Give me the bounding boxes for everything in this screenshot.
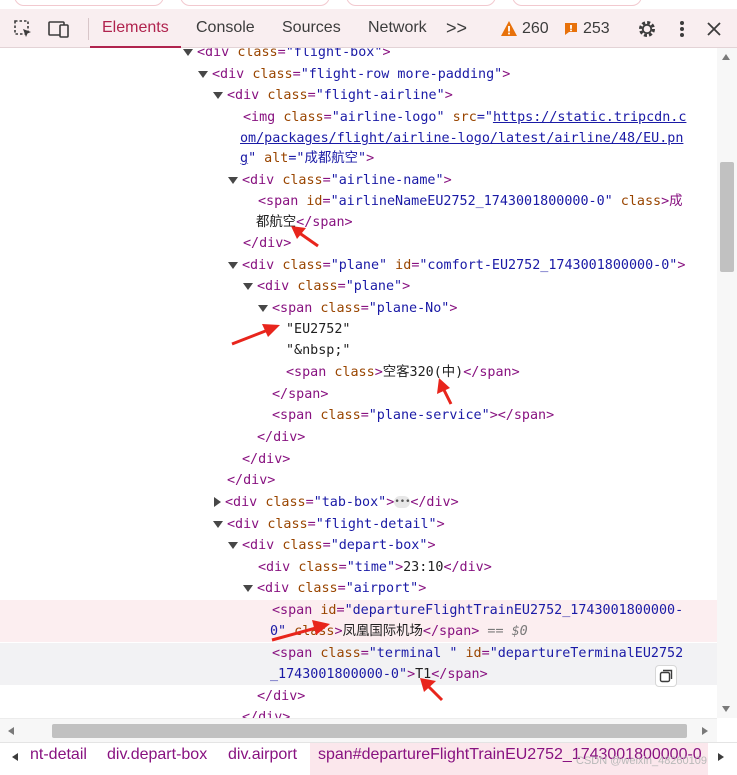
vertical-scroll-thumb[interactable] [720, 162, 734, 272]
dom-line[interactable]: </div> [0, 449, 717, 470]
dom-line[interactable]: g" alt="成都航空"> [0, 148, 717, 169]
img-src-link[interactable]: om/packages/flight/airline-logo/latest/a… [240, 131, 683, 146]
dom-line-selected[interactable]: <span id="departureFlightTrainEU2752_174… [0, 600, 717, 621]
dom-line[interactable]: 都航空</span> [0, 212, 717, 233]
dom-line[interactable]: </div> [0, 233, 717, 254]
more-vert-icon[interactable] [671, 18, 693, 40]
error-icon[interactable] [560, 18, 582, 40]
more-tabs-button[interactable]: >> [446, 9, 467, 47]
warning-icon[interactable] [498, 18, 520, 40]
dom-line-selected[interactable]: 0" class>凤凰国际机场</span> == $0 [0, 621, 717, 642]
warning-count: 260 [522, 20, 549, 37]
dom-line[interactable]: </div> [0, 686, 717, 707]
devtools-toolbar: Elements Console Sources Network >> 260 … [0, 9, 737, 48]
collapsed-ellipsis-button[interactable]: ••• [394, 496, 411, 508]
dom-line[interactable]: <div class="time">23:10</div> [0, 557, 717, 578]
browser-pills [0, 0, 737, 8]
horizontal-scrollbar[interactable] [0, 718, 717, 742]
tab-elements[interactable]: Elements [90, 9, 181, 48]
scroll-up-icon[interactable] [722, 54, 730, 60]
copy-icon[interactable] [655, 665, 677, 687]
device-toolbar-icon[interactable] [48, 18, 70, 40]
dom-line[interactable]: <div class="airline-name"> [0, 170, 717, 191]
dom-line[interactable]: _1743001800000-0">T1</span> [0, 664, 717, 685]
dom-line[interactable]: <div class="flight-detail"> [0, 514, 717, 535]
dom-line[interactable]: <div class="flight-airline"> [0, 85, 717, 106]
dom-line[interactable]: <div class="flight-box"> [0, 48, 717, 63]
dom-line[interactable]: <div class="flight-row more-padding"> [0, 64, 717, 85]
watermark: CSDN @weixin_48260109 [576, 755, 708, 767]
pill [512, 0, 642, 6]
dom-line[interactable]: <img class="airline-logo" src="https://s… [0, 107, 717, 128]
dom-line[interactable]: <div class="plane"> [0, 276, 717, 297]
breadcrumb-item[interactable]: div.airport [228, 743, 297, 775]
tab-sources[interactable]: Sources [282, 9, 341, 47]
settings-icon[interactable] [636, 18, 658, 40]
dom-line[interactable]: </div> [0, 470, 717, 491]
breadcrumb-right-icon[interactable] [718, 753, 724, 761]
breadcrumb-left-icon[interactable] [12, 753, 18, 761]
dom-line[interactable]: </div> [0, 427, 717, 448]
dom-line[interactable]: <span class="plane-No"> [0, 298, 717, 319]
horizontal-scroll-thumb[interactable] [52, 724, 687, 738]
toolbar-separator [88, 18, 89, 40]
close-icon[interactable] [703, 18, 725, 40]
inspect-icon[interactable] [12, 18, 34, 40]
tab-network[interactable]: Network [368, 9, 427, 47]
dom-line[interactable]: <span id="airlineNameEU2752_174300180000… [0, 191, 717, 212]
dom-line[interactable]: <div class="tab-box">•••</div> [0, 492, 717, 513]
dom-line[interactable]: </div> [0, 707, 717, 718]
dom-line[interactable]: <span class="plane-service"></span> [0, 405, 717, 426]
dom-line[interactable]: "EU2752" [0, 319, 717, 340]
tab-console[interactable]: Console [196, 9, 255, 47]
vertical-scrollbar[interactable] [717, 48, 737, 718]
elements-tree: <div class="flight-box"> <div class="fli… [0, 48, 717, 718]
dom-line[interactable]: "&nbsp;" [0, 340, 717, 361]
dom-line[interactable]: om/packages/flight/airline-logo/latest/a… [0, 128, 717, 149]
error-count: 253 [583, 20, 610, 37]
img-src-link[interactable]: g [240, 151, 248, 166]
breadcrumb: nt-detail div.depart-box div.airport spa… [0, 742, 737, 775]
pill [14, 0, 164, 6]
img-src-link[interactable]: https://static.tripcdn.c [493, 110, 686, 125]
dom-line[interactable]: <span class>空客320(中)</span> [0, 362, 717, 383]
pill [180, 0, 330, 6]
pill [346, 0, 496, 6]
scroll-right-icon[interactable] [702, 727, 708, 735]
scroll-down-icon[interactable] [722, 706, 730, 712]
dom-line[interactable]: <span class="terminal " id="departureTer… [0, 643, 717, 664]
dom-line[interactable]: <div class="depart-box"> [0, 535, 717, 556]
dom-line[interactable]: <div class="plane" id="comfort-EU2752_17… [0, 255, 717, 276]
dom-line[interactable]: </span> [0, 384, 717, 405]
dom-line[interactable]: <div class="airport"> [0, 578, 717, 599]
breadcrumb-item[interactable]: nt-detail [30, 743, 87, 775]
scroll-left-icon[interactable] [8, 727, 14, 735]
breadcrumb-item[interactable]: div.depart-box [107, 743, 207, 775]
